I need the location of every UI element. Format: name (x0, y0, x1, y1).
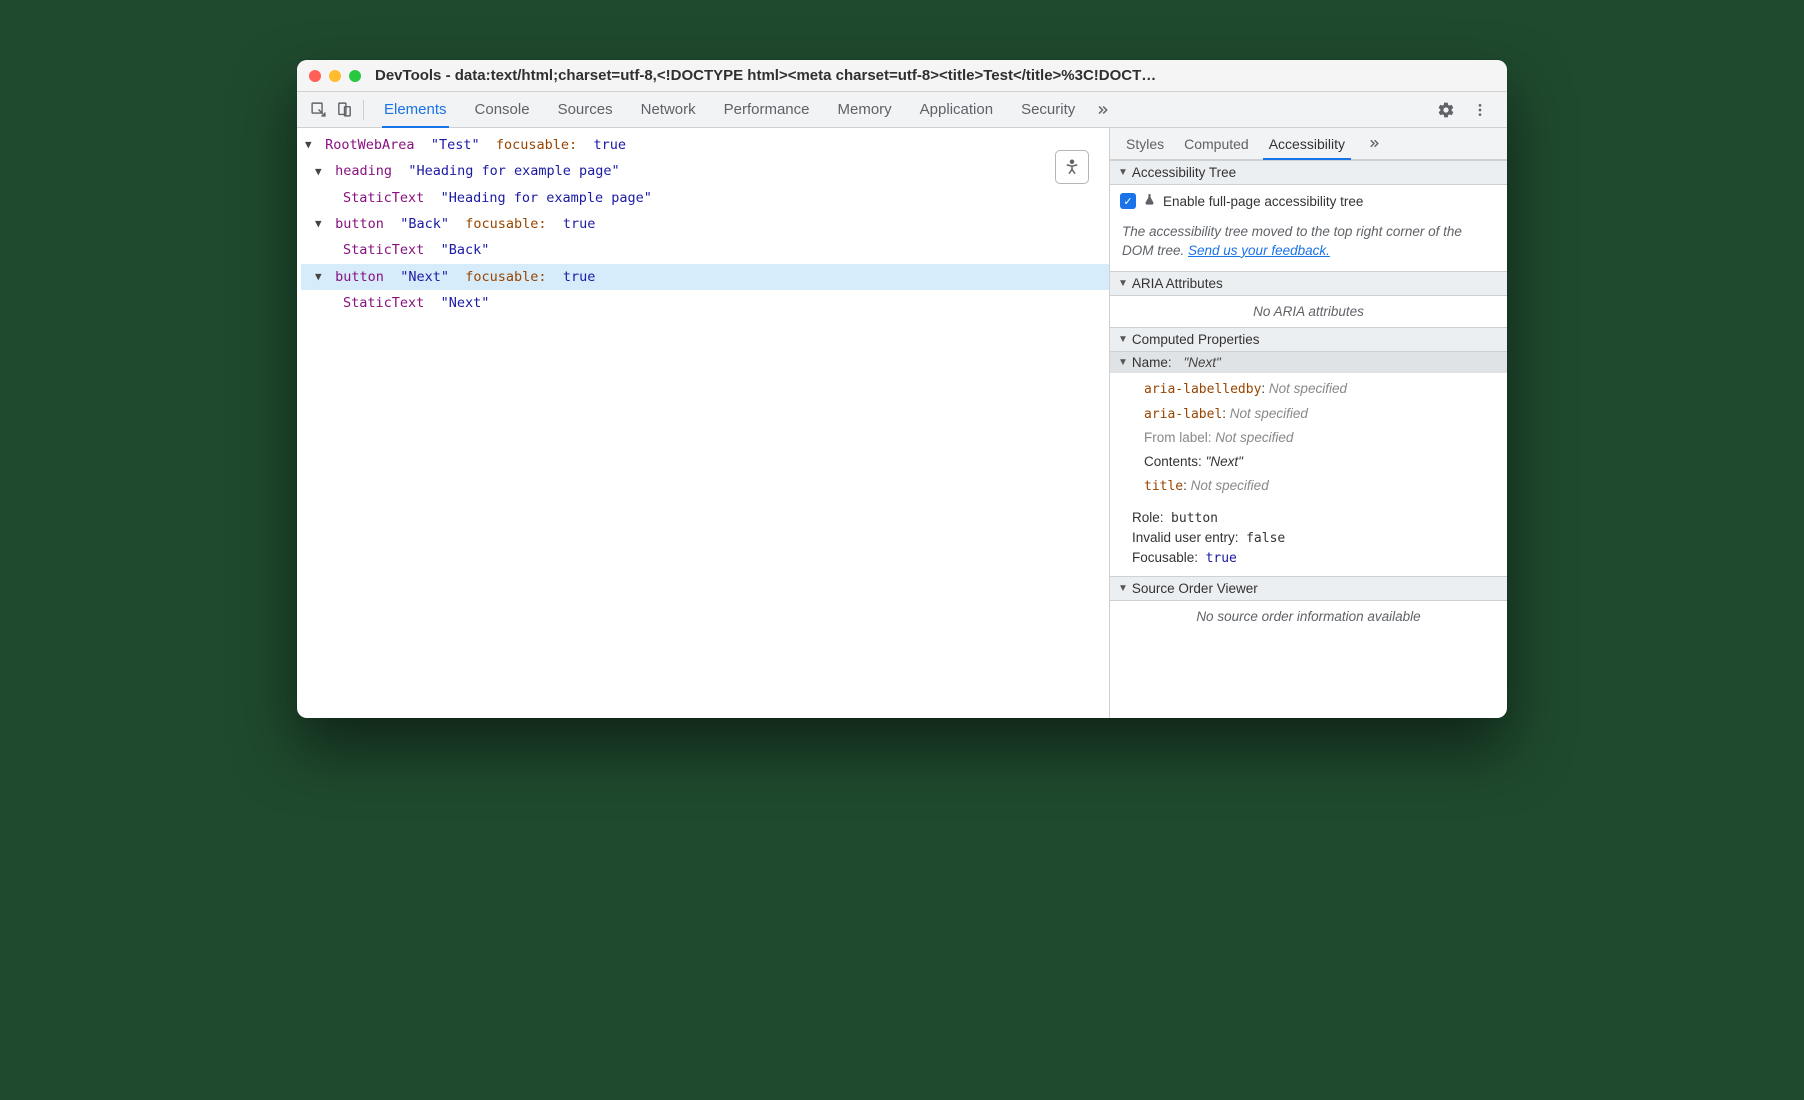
sov-empty-text: No source order information available (1110, 601, 1507, 632)
section-source-order-viewer[interactable]: ▼ Source Order Viewer (1110, 576, 1507, 601)
tab-memory[interactable]: Memory (824, 92, 906, 127)
tab-elements[interactable]: Elements (370, 92, 461, 127)
aria-empty-text: No ARIA attributes (1110, 296, 1507, 327)
chevron-down-icon: ▼ (1118, 167, 1128, 178)
more-sidebar-tabs-icon[interactable] (1361, 131, 1387, 157)
kebab-menu-icon[interactable] (1467, 97, 1493, 123)
settings-icon[interactable] (1433, 97, 1459, 123)
section-aria-attributes[interactable]: ▼ ARIA Attributes (1110, 271, 1507, 296)
name-sources: aria-labelledby: Not specified aria-labe… (1110, 373, 1507, 509)
tree-row-root[interactable]: ▼ RootWebArea "Test" focusable: true (301, 132, 1109, 158)
devtools-window: DevTools - data:text/html;charset=utf-8,… (297, 60, 1507, 718)
sidebar-pane: Styles Computed Accessibility ▼ Accessib… (1109, 128, 1507, 718)
sidebar-tab-accessibility[interactable]: Accessibility (1259, 128, 1355, 159)
maximize-window-button[interactable] (349, 70, 361, 82)
device-toggle-icon[interactable] (331, 97, 357, 123)
sidebar-tab-computed[interactable]: Computed (1174, 128, 1259, 159)
close-window-button[interactable] (309, 70, 321, 82)
flask-icon (1143, 193, 1156, 209)
focusable-row: Focusable: true (1110, 548, 1507, 576)
more-tabs-icon[interactable] (1089, 97, 1115, 123)
dom-tree-pane: ▼ RootWebArea "Test" focusable: true ▼ h… (297, 128, 1109, 718)
chevron-down-icon: ▼ (1118, 278, 1128, 289)
accessibility-toggle-button[interactable] (1055, 150, 1089, 184)
chevron-down-icon: ▼ (1118, 357, 1128, 368)
titlebar: DevTools - data:text/html;charset=utf-8,… (297, 60, 1507, 92)
feedback-link[interactable]: Send us your feedback. (1188, 243, 1330, 258)
tree-row-button-next[interactable]: ▼ button "Next" focusable: true (301, 264, 1109, 290)
section-computed-properties[interactable]: ▼ Computed Properties (1110, 327, 1507, 352)
tree-row-static-text[interactable]: StaticText "Heading for example page" (301, 185, 1109, 211)
main-toolbar: Elements Console Sources Network Perform… (297, 92, 1507, 128)
enable-tree-checkbox[interactable]: ✓ (1120, 193, 1136, 209)
chevron-down-icon[interactable]: ▼ (315, 213, 327, 234)
tab-sources[interactable]: Sources (544, 92, 627, 127)
tree-row-static-text[interactable]: StaticText "Next" (301, 290, 1109, 316)
sidebar-tabs: Styles Computed Accessibility (1110, 128, 1507, 160)
enable-tree-label: Enable full-page accessibility tree (1163, 194, 1363, 209)
enable-tree-row: ✓ Enable full-page accessibility tree (1110, 185, 1507, 217)
tab-application[interactable]: Application (906, 92, 1007, 127)
tree-row-heading[interactable]: ▼ heading "Heading for example page" (301, 158, 1109, 184)
tree-row-static-text[interactable]: StaticText "Back" (301, 237, 1109, 263)
tree-moved-note: The accessibility tree moved to the top … (1110, 217, 1507, 271)
sidebar-tab-styles[interactable]: Styles (1116, 128, 1174, 159)
panel-body: ▼ RootWebArea "Test" focusable: true ▼ h… (297, 128, 1507, 718)
tab-network[interactable]: Network (627, 92, 710, 127)
chevron-down-icon[interactable]: ▼ (315, 161, 327, 182)
divider (363, 100, 364, 120)
window-controls (309, 70, 361, 82)
minimize-window-button[interactable] (329, 70, 341, 82)
tab-security[interactable]: Security (1007, 92, 1089, 127)
tab-console[interactable]: Console (461, 92, 544, 127)
chevron-down-icon[interactable]: ▼ (305, 134, 317, 155)
section-accessibility-tree[interactable]: ▼ Accessibility Tree (1110, 160, 1507, 185)
role-row: Role: button (1110, 508, 1507, 528)
chevron-down-icon: ▼ (1118, 334, 1128, 345)
window-title: DevTools - data:text/html;charset=utf-8,… (375, 67, 1495, 84)
inspect-icon[interactable] (305, 97, 331, 123)
chevron-down-icon: ▼ (1118, 583, 1128, 594)
computed-name-row[interactable]: ▼ Name: "Next" (1110, 352, 1507, 373)
tree-row-button-back[interactable]: ▼ button "Back" focusable: true (301, 211, 1109, 237)
chevron-down-icon[interactable]: ▼ (315, 266, 327, 287)
accessibility-tree: ▼ RootWebArea "Test" focusable: true ▼ h… (297, 128, 1109, 320)
invalid-row: Invalid user entry: false (1110, 528, 1507, 548)
tab-performance[interactable]: Performance (710, 92, 824, 127)
